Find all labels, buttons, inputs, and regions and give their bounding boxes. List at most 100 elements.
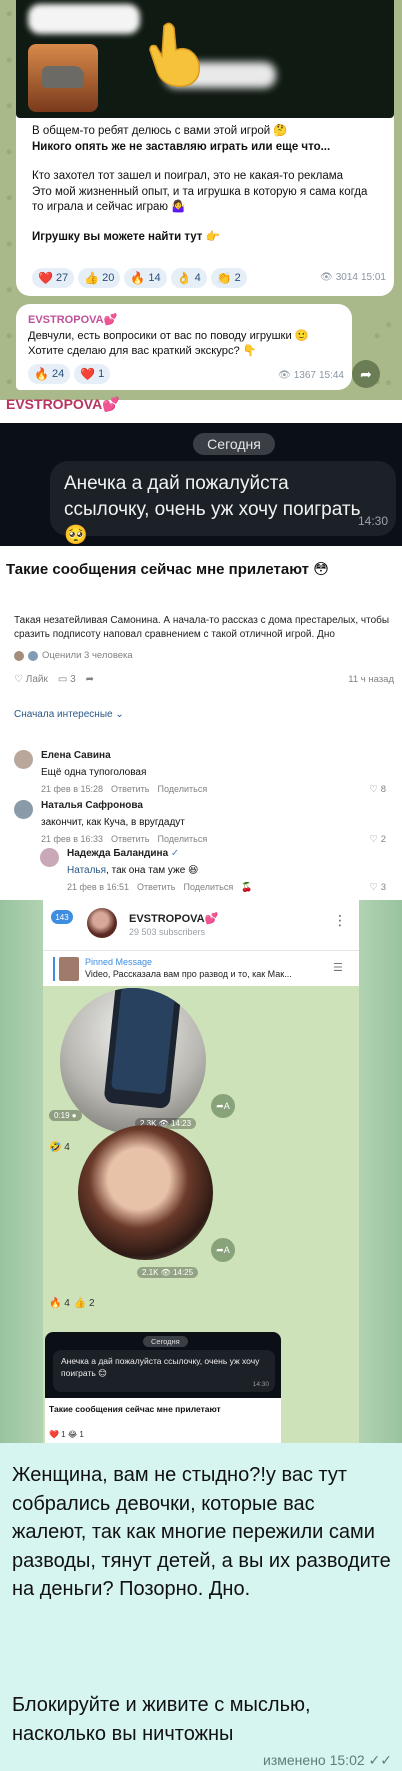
video-meta: 2.1K 👁 14:25 xyxy=(137,1267,199,1278)
message-text: Анечка а дай пожалуйста ссылочку, очень … xyxy=(64,473,361,546)
mini-caption: Такие сообщения сейчас мне прилетают xyxy=(49,1404,221,1414)
comment-like[interactable]: ♡ 2 xyxy=(370,834,386,845)
post-text: Такая незатейливая Самонина. А начала-то… xyxy=(14,615,390,640)
like-label: Лайк xyxy=(25,674,48,685)
note-text: Женщина, вам не стыдно?!у вас тут собрал… xyxy=(12,1464,391,1601)
reaction-chip[interactable]: 🔥 14 xyxy=(124,268,167,288)
comment-text: Ещё одна тупоголовая xyxy=(41,767,147,778)
video-duration: 0:19 ● xyxy=(49,1110,82,1121)
sort-label: Сначала интересные xyxy=(14,709,113,720)
more-menu-icon[interactable]: ⋮ xyxy=(333,912,347,929)
reply-link[interactable]: Ответить xyxy=(111,784,149,794)
like-count: 3 xyxy=(380,882,386,893)
comments-button[interactable]: ▭ 3 xyxy=(58,674,76,685)
avatar[interactable] xyxy=(14,800,33,819)
phone-image xyxy=(103,988,183,1110)
forward-icon[interactable]: ➦A xyxy=(211,1238,235,1262)
video-message[interactable] xyxy=(78,1125,213,1260)
subscriber-count: 29 503 subscribers xyxy=(129,927,206,937)
message-time: 15:44 xyxy=(318,370,344,381)
like-count: 8 xyxy=(380,784,386,795)
forward-icon[interactable]: ➦A xyxy=(211,1094,235,1118)
incoming-message-bubble[interactable]: Анечка а дай пожалуйста ссылочку, очень … xyxy=(50,461,396,546)
comment-footer: 21 фев в 16:51 Ответить Поделиться 🍒 xyxy=(67,882,252,893)
share-link[interactable]: Поделиться xyxy=(158,834,208,844)
fire-icon: 🔥 xyxy=(34,367,49,381)
rated-by[interactable]: Оценили 3 человека xyxy=(14,650,133,661)
share-arrow-icon[interactable]: ➦ xyxy=(352,360,380,388)
comment-author[interactable]: Надежда Баландина ✓ xyxy=(67,848,179,859)
like-button[interactable]: ♡ Лайк xyxy=(14,674,48,685)
video-reactions[interactable]: 🤣 4 xyxy=(49,1142,70,1153)
message-time: 14:30 xyxy=(252,1381,269,1388)
mini-reactions: ❤️ 1 😂 1 xyxy=(49,1430,84,1439)
sticker-icon: 🍒 xyxy=(241,882,253,892)
view-count: 3014 xyxy=(335,272,358,283)
pin-list-icon[interactable]: ☰ xyxy=(333,961,343,974)
reaction-chip[interactable]: 👌 4 xyxy=(170,268,207,288)
post-line: Это мой жизненный опыт, и та игрушка в к… xyxy=(32,185,368,198)
reaction[interactable]: 👍 2 xyxy=(74,1298,95,1309)
mention-link[interactable]: Наталья xyxy=(67,865,106,876)
comment-like[interactable]: ♡ 8 xyxy=(370,784,386,795)
reaction-chip[interactable]: 🔥 24 xyxy=(28,364,71,384)
post-media-preview[interactable] xyxy=(16,0,394,118)
reaction-count: 20 xyxy=(102,272,115,284)
reaction-chip[interactable]: ❤️ 27 xyxy=(32,268,75,288)
fire-icon: 🔥 xyxy=(130,271,146,285)
pinned-message-bar[interactable]: Pinned Message Video, Рассказала вам про… xyxy=(43,950,359,986)
forwarded-message-bubble: EVSTROPOVA💕 Девчули, есть вопросики от в… xyxy=(16,304,352,390)
unread-badge[interactable]: 143 xyxy=(51,910,73,924)
channel-name[interactable]: EVSTROPOVA💕 xyxy=(129,912,218,925)
sort-dropdown[interactable]: Сначала интересные ⌄ xyxy=(14,709,124,720)
share-icon[interactable]: ➦ xyxy=(86,674,94,685)
post-actions: ♡ Лайк ▭ 3 ➦ xyxy=(14,674,94,685)
avatar xyxy=(14,650,24,661)
comment-footer: 21 фев в 15:28 Ответить Поделиться xyxy=(41,784,207,794)
post-reactions: ❤️ 27 👍 20 🔥 14 👌 4 👏 2 xyxy=(32,268,247,288)
reply-link[interactable]: Ответить xyxy=(111,834,149,844)
phone-screen xyxy=(110,988,176,1095)
edited-timestamp: изменено 15:02 ✓✓ xyxy=(263,1752,392,1768)
game-thumbnail[interactable] xyxy=(28,44,98,112)
date-divider: Сегодня xyxy=(143,1336,188,1347)
comment-note: Женщина, вам не стыдно?!у вас тут собрал… xyxy=(0,1443,402,1771)
avatar xyxy=(28,650,38,661)
reaction-count: 2 xyxy=(234,272,241,284)
comment-author[interactable]: Елена Савина xyxy=(41,750,111,761)
video-message[interactable] xyxy=(60,988,206,1134)
post-text: В общем-то ребят делюсь с вами этой игро… xyxy=(32,124,384,245)
comment-like[interactable]: ♡ 3 xyxy=(370,882,386,893)
chevron-down-icon: ⌄ xyxy=(115,709,124,720)
reply-link[interactable]: Ответить xyxy=(137,882,175,893)
reaction-chip[interactable]: ❤️ 1 xyxy=(74,364,111,384)
post-line: Кто захотел тот зашел и поиграл, это не … xyxy=(32,170,344,182)
pinned-title: Pinned Message xyxy=(85,957,153,967)
share-link[interactable]: Поделиться xyxy=(184,882,234,893)
views-icon: 👁 xyxy=(320,272,333,283)
reaction-count: 24 xyxy=(51,368,65,380)
reaction-chip[interactable]: 👍 20 xyxy=(78,268,121,288)
pointing-hand-icon xyxy=(149,22,201,88)
reaction-count: 27 xyxy=(55,272,69,284)
forward-sender-name[interactable]: EVSTROPOVA💕 xyxy=(28,313,117,326)
share-link[interactable]: Поделиться xyxy=(158,784,208,794)
avatar[interactable] xyxy=(14,750,33,769)
message-reactions: 🔥 24 ❤️ 1 xyxy=(28,364,111,384)
vk-comments-screenshot: Такая незатейливая Самонина. А начала-то… xyxy=(0,594,402,900)
message-line: Хотите сделаю для вас краткий экскурс? 👇 xyxy=(28,344,257,357)
avatar[interactable] xyxy=(40,848,59,867)
comments-count: 3 xyxy=(70,674,76,685)
car-image xyxy=(42,66,84,88)
comment-author[interactable]: Наталья Сафронова xyxy=(41,800,143,811)
reaction-count: 4 xyxy=(194,272,201,284)
channel-avatar[interactable] xyxy=(87,908,117,938)
reaction-chip[interactable]: 👏 2 xyxy=(210,268,247,288)
forwarded-screenshot[interactable]: Сегодня Анечка а дай пожалуйста ссылочку… xyxy=(45,1332,281,1448)
comment-reply: Надежда Баландина ✓ Наталья, так она там… xyxy=(40,848,394,893)
post-meta: 👁 3014 15:01 xyxy=(320,272,386,283)
reaction[interactable]: 🔥 4 xyxy=(49,1298,70,1309)
telegram-channel-view: 143 EVSTROPOVA💕 29 503 subscribers ⋮ Pin… xyxy=(43,900,359,1448)
post-bubble: В общем-то ребят делюсь с вами этой игро… xyxy=(16,0,394,296)
like-count: 2 xyxy=(380,834,386,845)
